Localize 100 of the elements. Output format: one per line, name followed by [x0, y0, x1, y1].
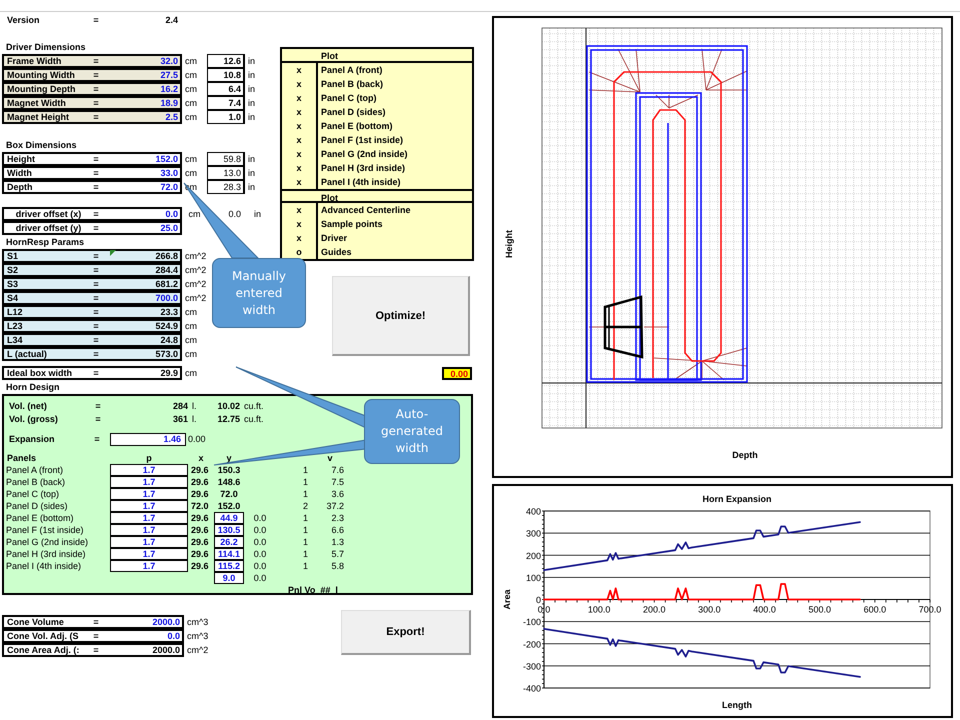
unit-label: cm: [184, 368, 198, 378]
field-value: 284.4: [154, 265, 179, 275]
tick-label: 200.0: [643, 604, 666, 614]
field-value: 27.5: [159, 70, 179, 80]
table-cell-text: 29.6: [190, 489, 210, 499]
unit-label: cm^2: [184, 251, 204, 261]
unit-label: cm: [188, 209, 202, 219]
table-cell-text: 7.5: [330, 477, 344, 487]
field-value: 32.0: [159, 56, 179, 66]
table-cell-text: 7.6: [330, 465, 344, 475]
tick-label: 500.0: [808, 604, 831, 614]
converted-value: 7.4: [207, 96, 245, 110]
tick-label: 100.0: [588, 604, 610, 614]
field-value: 12.75: [216, 414, 240, 424]
table-cell-text: 1: [302, 561, 309, 571]
table-cell: 1.7: [110, 488, 188, 500]
equals-sign: =: [92, 368, 100, 378]
unit-label: l.: [191, 414, 198, 424]
tick-label: 400.0: [753, 604, 776, 614]
unit-label: in: [247, 182, 256, 192]
field-value: 2.4: [164, 15, 179, 25]
converted-value: 10.8: [207, 68, 245, 82]
plot-option-label: Panel D (sides): [320, 107, 387, 117]
converted-value: 6.4: [207, 82, 245, 96]
table-cell: 0.0: [254, 513, 266, 523]
table-cell-text: 29.6: [190, 513, 210, 523]
plot-mark: x: [296, 121, 302, 131]
tick-label: -400: [522, 684, 541, 694]
converted-value: 28.3: [207, 180, 245, 194]
table-cell-text: 1: [302, 549, 309, 559]
field-value: 284: [172, 400, 188, 410]
equals-sign: =: [92, 168, 100, 178]
table-cell-text: Panel B (back): [6, 477, 66, 487]
field-value: 0.0: [164, 209, 179, 219]
field-label: Cone Vol. Adj. (S: [6, 631, 80, 641]
unit-label: cm: [184, 154, 198, 164]
plot-option-label: Panel F (1st inside): [320, 135, 404, 145]
chart-title: Horn Expansion: [702, 494, 772, 504]
table-cell-text: 29.6: [190, 561, 210, 571]
table-cell-text: 2: [302, 501, 309, 511]
field-label: Vol. (net): [8, 400, 48, 410]
unit-label: in: [247, 84, 256, 94]
table-cell: 0.0: [254, 537, 266, 547]
equals-sign: =: [94, 414, 102, 424]
optimize-button[interactable]: Optimize!: [332, 276, 470, 356]
plot-option-label: Driver: [320, 233, 348, 243]
table-cell: 1.7: [110, 500, 188, 512]
unit-label: cm: [184, 168, 198, 178]
unit-label: cm^3: [186, 617, 206, 627]
table-cell-text: 6.6: [330, 525, 344, 535]
table-cell-text: 72.0: [190, 501, 210, 511]
export-button[interactable]: Export!: [341, 610, 471, 655]
field-value: 33.0: [159, 168, 179, 178]
table-cell: 44.9: [214, 512, 244, 524]
tick-label: -200: [522, 639, 541, 650]
plot-option-label: Panel A (front): [320, 65, 384, 75]
equals-sign: =: [92, 645, 100, 655]
field-value: 573.0: [154, 349, 179, 359]
field-label: L23: [6, 321, 24, 331]
converted-value: 12.6: [207, 54, 245, 68]
callout: Manually entered width: [212, 258, 306, 328]
plot-option-label: Panel G (2nd inside): [320, 149, 409, 159]
table-cell-text: Panel C (top): [6, 489, 60, 499]
field-label: Width: [6, 168, 33, 178]
equals-sign: =: [92, 15, 100, 25]
field-value: 16.2: [159, 84, 179, 94]
table-cell-text: 5.8: [330, 561, 344, 571]
equals-sign: =: [92, 98, 100, 108]
field-label: S3: [6, 279, 20, 289]
field-value: 524.9: [154, 321, 179, 331]
column-header: v: [326, 453, 334, 463]
field-value: 23.3: [159, 307, 179, 317]
unit-label: cm: [184, 321, 198, 331]
section-title: Box Dimensions: [5, 139, 78, 152]
table-cell-text: Panel G (2nd inside): [6, 537, 90, 547]
equals-sign: =: [92, 84, 100, 94]
unit-label: in: [247, 98, 256, 108]
equals-sign: =: [92, 631, 100, 641]
tick-label: 700.0: [918, 604, 942, 614]
unit-label: cm^2: [184, 293, 204, 303]
column-header: y: [225, 453, 232, 463]
table-cell: 1.7: [110, 548, 188, 560]
field-value: 361: [172, 414, 188, 424]
field-label: Frame Width: [6, 56, 62, 66]
plot-option-label: Guides: [320, 247, 353, 257]
table-cell-text: 1: [302, 465, 309, 475]
section-title: Horn Design: [5, 381, 61, 394]
converted-value: 0.0: [227, 208, 242, 221]
plot-mark: x: [296, 177, 302, 187]
equals-sign: =: [92, 293, 100, 303]
table-cell-text: 1.3: [330, 537, 344, 547]
table-cell-text: 29.6: [190, 465, 210, 475]
table-cell-text: 3.6: [330, 489, 344, 499]
converted-value: 59.8: [207, 152, 245, 166]
plot-mark: x: [296, 79, 302, 89]
unit-label: cm^3: [186, 631, 206, 641]
field-label: driver offset (x): [14, 209, 82, 219]
field-label: S1: [6, 251, 20, 261]
equals-sign: =: [92, 223, 100, 233]
field-value: 700.0: [154, 293, 179, 303]
